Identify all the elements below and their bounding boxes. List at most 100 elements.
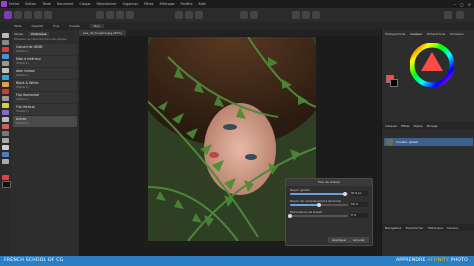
- list-item[interactable]: Flip Horizontal (Pixels 1): [13, 92, 77, 103]
- more-button[interactable]: Plus: [89, 24, 104, 28]
- flood-select-icon[interactable]: [2, 68, 9, 73]
- depth-of-field-dialog: Flou de champ Rayon global 97,6 px Rayon…: [285, 178, 373, 246]
- maximize-icon[interactable]: ▢: [460, 2, 464, 7]
- slider-handle[interactable]: [343, 191, 348, 196]
- edge-slider[interactable]: [290, 202, 348, 207]
- primary-color-swatch[interactable]: [2, 175, 9, 180]
- align-icon[interactable]: [250, 11, 258, 19]
- tab-history[interactable]: Historique: [29, 31, 49, 36]
- liquify-persona-icon[interactable]: [14, 11, 22, 19]
- tab-channels[interactable]: Canaux: [447, 226, 458, 230]
- apply-button[interactable]: Appliquer: [328, 237, 351, 243]
- selection-brush-icon[interactable]: [2, 54, 9, 59]
- export-persona-icon[interactable]: [44, 11, 52, 19]
- selection-icon[interactable]: [175, 11, 183, 19]
- tools-panel: [0, 30, 11, 256]
- app-logo-icon: [1, 1, 7, 7]
- menu-item-filters[interactable]: Filtres: [144, 2, 153, 6]
- paint-bucket-icon[interactable]: [2, 89, 9, 94]
- menu-item-view[interactable]: Affichage: [160, 2, 175, 6]
- arrange-icon[interactable]: [292, 11, 300, 19]
- clone-tool-icon[interactable]: [2, 110, 9, 115]
- blur-tool-icon[interactable]: [2, 131, 9, 136]
- red-eye-tool-icon[interactable]: [2, 124, 9, 129]
- healing-tool-icon[interactable]: [2, 117, 9, 122]
- tab-histogram[interactable]: Histogramme: [385, 32, 405, 36]
- quick-mask-icon[interactable]: [195, 11, 203, 19]
- group-icon[interactable]: [302, 11, 310, 19]
- layer-row[interactable]: Couleur (pixel): [384, 138, 473, 146]
- ctx-hardness-label[interactable]: Dureté: [69, 24, 79, 28]
- slider-handle[interactable]: [317, 202, 321, 207]
- tab-styles[interactable]: Styles: [14, 32, 23, 36]
- tab-brushes[interactable]: Pinceaux: [450, 32, 464, 36]
- menu-item-edit[interactable]: Édition: [25, 2, 36, 6]
- menu-item-layer[interactable]: Calque: [79, 2, 90, 6]
- menu-item-window[interactable]: Fenêtre: [180, 2, 192, 6]
- color-wheel[interactable]: [410, 43, 454, 87]
- color-picker-icon[interactable]: [2, 82, 9, 87]
- tab-color[interactable]: Couleur: [410, 32, 422, 36]
- ungroup-icon[interactable]: [312, 11, 320, 19]
- auto-contrast-icon[interactable]: [116, 11, 124, 19]
- photo-persona-icon[interactable]: [4, 11, 12, 19]
- edge-input[interactable]: 50 %: [350, 202, 368, 207]
- menu-bar: Fichier Édition Texte Document Calque Sé…: [0, 0, 474, 8]
- list-item[interactable]: Conseil de dRGB (Pixels 1): [13, 44, 77, 55]
- menu-item-select[interactable]: Sélectionner: [96, 2, 116, 6]
- tab-history-r[interactable]: Historique: [428, 226, 443, 230]
- bokeh-input[interactable]: 0 %: [350, 213, 368, 218]
- menu-item-text[interactable]: Texte: [42, 2, 50, 6]
- menu-item-document[interactable]: Document: [57, 2, 74, 6]
- radius-input[interactable]: 97,6 px: [350, 191, 368, 196]
- list-item[interactable]: Black & White (Pixels 1): [13, 80, 77, 91]
- minimize-icon[interactable]: –: [454, 2, 456, 7]
- footer-left: FRENCH SCHOOL OF CG: [4, 257, 64, 263]
- radius-slider[interactable]: [290, 191, 348, 196]
- snap-icon[interactable]: [240, 11, 248, 19]
- list-item[interactable]: Adm Inelaw (Pixels 1): [13, 68, 77, 79]
- list-item-selected[interactable]: Autres (Pixels 1): [13, 116, 77, 127]
- tab-styles-r[interactable]: Styles: [414, 124, 423, 128]
- bokeh-slider[interactable]: [288, 213, 348, 218]
- auto-levels-icon[interactable]: [106, 11, 114, 19]
- ctx-size-label[interactable]: Taille: [14, 24, 22, 28]
- list-item[interactable]: Flip Vertical (Pixels 1): [13, 104, 77, 115]
- dialog-row-bokeh: Dimensions de bokeh 0 %: [288, 210, 368, 219]
- secondary-color-swatch[interactable]: [2, 181, 11, 188]
- tab-swatches[interactable]: Échantillons: [427, 32, 445, 36]
- text-tool-icon[interactable]: [2, 145, 9, 150]
- tab-layers[interactable]: Calques: [385, 124, 397, 128]
- cancel-button[interactable]: Annuler: [349, 237, 369, 243]
- tone-map-persona-icon[interactable]: [34, 11, 42, 19]
- tab-navigator[interactable]: Navigateur: [385, 226, 402, 230]
- adjust-icon[interactable]: [96, 11, 104, 19]
- assistant-icon[interactable]: [444, 11, 452, 19]
- menu-item-help[interactable]: Aide: [199, 2, 206, 6]
- tab-transform[interactable]: Transformer: [406, 226, 424, 230]
- pen-tool-icon[interactable]: [2, 138, 9, 143]
- crop-tool-icon[interactable]: [2, 47, 9, 52]
- gradient-tool-icon[interactable]: [2, 96, 9, 101]
- tab-mixing[interactable]: Mixage: [427, 124, 438, 128]
- zoom-tool-icon[interactable]: [2, 159, 9, 164]
- auto-colors-icon[interactable]: [126, 11, 134, 19]
- ctx-opacity-label[interactable]: Opacité: [32, 24, 44, 28]
- marquee-tool-icon[interactable]: [2, 61, 9, 66]
- secondary-swatch[interactable]: [390, 79, 398, 87]
- paint-brush-icon[interactable]: [2, 75, 9, 80]
- develop-persona-icon[interactable]: [24, 11, 32, 19]
- tab-effects[interactable]: Effets: [401, 124, 410, 128]
- move-tool-icon[interactable]: [2, 33, 9, 38]
- list-item[interactable]: Mise à Intérieur (Pixels 1): [13, 56, 77, 67]
- menu-item-arrange[interactable]: Organiser: [122, 2, 138, 6]
- dodge-tool-icon[interactable]: [2, 103, 9, 108]
- shape-tool-icon[interactable]: [2, 152, 9, 157]
- ctx-flow-label[interactable]: Flux: [53, 24, 59, 28]
- close-icon[interactable]: ✕: [468, 2, 471, 7]
- menu-item-file[interactable]: Fichier: [9, 2, 19, 6]
- slider-handle[interactable]: [288, 213, 292, 218]
- view-tool-icon[interactable]: [2, 40, 9, 45]
- settings-icon[interactable]: [456, 11, 464, 19]
- mask-icon[interactable]: [185, 11, 193, 19]
